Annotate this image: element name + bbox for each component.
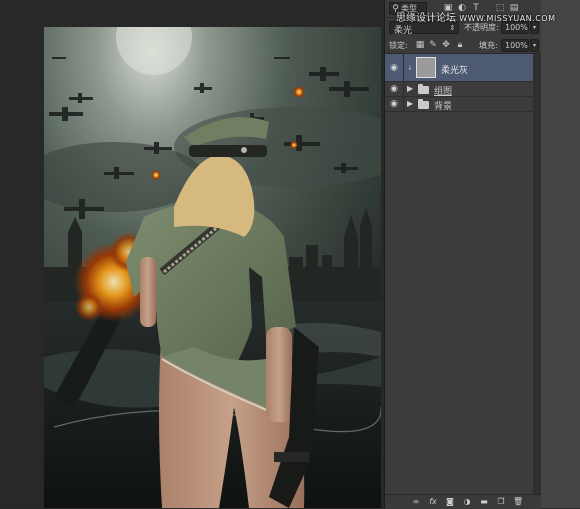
- watermark-site-url: WWW.MISSYUAN.COM: [459, 14, 556, 23]
- lock-all-icon[interactable]: 🔒︎: [455, 40, 465, 50]
- fill-dropdown-button[interactable]: ▾: [530, 39, 539, 52]
- lock-position-icon[interactable]: ✥: [441, 40, 451, 50]
- watermark-site-name: 思缘设计论坛: [396, 13, 456, 24]
- link-layers-icon[interactable]: ∞: [411, 497, 421, 506]
- clip-link-icon: ↓: [407, 64, 413, 72]
- layers-scrollbar[interactable]: [533, 54, 541, 494]
- layer-name: 背景: [434, 102, 453, 112]
- layer-name: 柔光灰: [441, 66, 469, 76]
- watermark: 思缘设计论坛 WWW.MISSYUAN.COM: [396, 9, 578, 24]
- chevron-down-icon: ⇕: [449, 24, 456, 32]
- chevron-down-icon: ▾: [532, 24, 536, 31]
- layer-thumbnail: [416, 57, 436, 78]
- expand-arrow-icon[interactable]: ▶: [407, 84, 413, 93]
- opacity-value: 100%: [505, 23, 528, 32]
- eye-icon[interactable]: ◉: [388, 63, 400, 73]
- delete-icon[interactable]: 🗑︎: [513, 497, 523, 506]
- chevron-down-icon: ▾: [532, 42, 536, 49]
- adjustment-layer-icon[interactable]: ◑: [462, 497, 472, 506]
- fx-icon[interactable]: fx: [428, 497, 438, 506]
- layer-row-soft-light[interactable]: ◉ ↓ 柔光灰: [385, 54, 533, 82]
- eye-icon[interactable]: ◉: [388, 84, 400, 94]
- opacity-label: 不透明度:: [464, 23, 499, 32]
- document-canvas[interactable]: [44, 27, 381, 508]
- canvas-workspace: [0, 0, 384, 508]
- blend-mode-value: 柔光: [394, 26, 413, 36]
- layer-name: 组图: [434, 87, 453, 97]
- layer-row-group-images[interactable]: ◉ ▶ 组图: [385, 82, 533, 97]
- folder-icon: [418, 84, 429, 94]
- layer-row-group-background[interactable]: ◉ ▶ 背景: [385, 97, 533, 112]
- fill-label: 填充:: [479, 41, 498, 50]
- new-group-icon[interactable]: ▬: [479, 497, 489, 506]
- lock-transparent-pixels-icon[interactable]: ▦: [415, 40, 425, 50]
- fill-value: 100%: [505, 41, 528, 50]
- new-layer-icon[interactable]: ❐: [496, 497, 506, 506]
- lock-image-pixels-icon[interactable]: ✎: [428, 40, 438, 50]
- folder-icon: [418, 99, 429, 109]
- expand-arrow-icon[interactable]: ▶: [407, 99, 413, 108]
- fill-input[interactable]: 100%: [501, 39, 529, 52]
- lock-row: 锁定: ▦ ✎ ✥ 🔒︎ 填充: 100% ▾: [385, 36, 541, 54]
- lock-label: 锁定:: [389, 41, 408, 50]
- layers-panel-body: ⚲ 类型 ▣ ◐ T ⬚ ▤ 柔光 ⇕ 不透明度: 100% ▾ 锁定: ▦ ✎…: [385, 0, 541, 509]
- eye-icon[interactable]: ◉: [388, 99, 400, 109]
- panel-side-strip: [541, 0, 580, 508]
- layers-bottom-bar: ∞ fx ◙ ◑ ▬ ❐ 🗑︎: [385, 494, 541, 509]
- add-mask-icon[interactable]: ◙: [445, 497, 455, 506]
- layers-panel: ⚲ 类型 ▣ ◐ T ⬚ ▤ 柔光 ⇕ 不透明度: 100% ▾ 锁定: ▦ ✎…: [384, 0, 580, 509]
- artwork-image: [44, 27, 381, 508]
